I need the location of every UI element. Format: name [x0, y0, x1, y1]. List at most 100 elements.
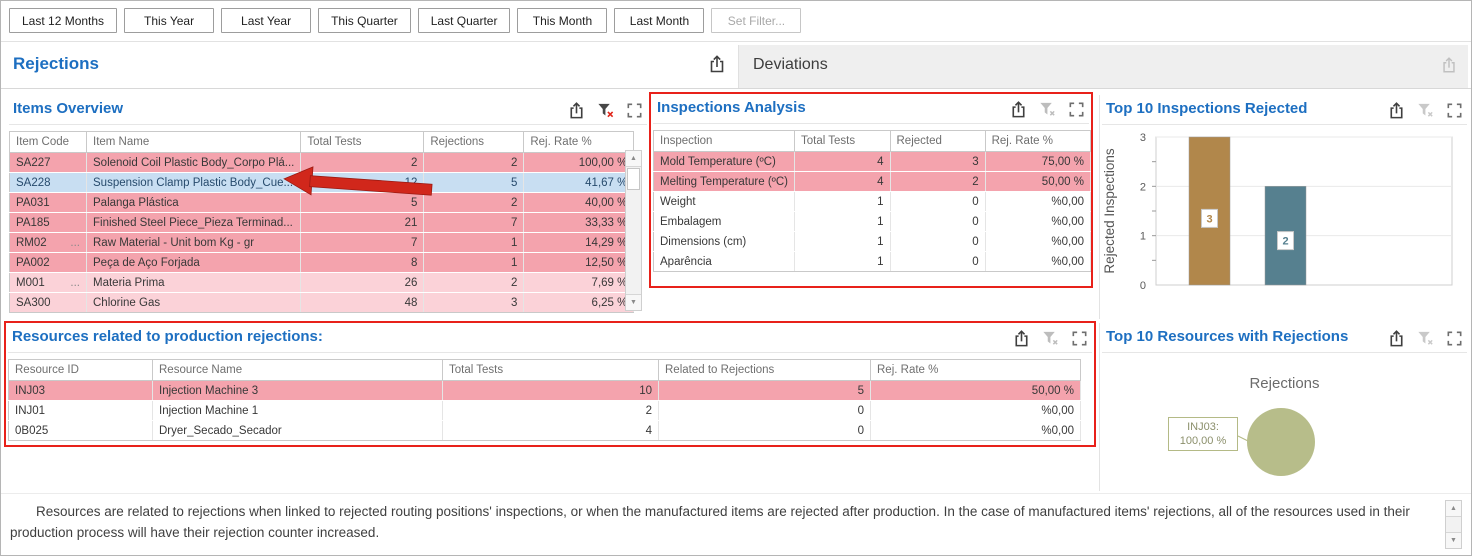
export-icon[interactable] — [707, 54, 727, 79]
set-filter-button[interactable]: Set Filter... — [711, 8, 801, 33]
table-cell: 2 — [424, 273, 524, 293]
table-row[interactable]: SA227Solenoid Coil Plastic Body_Corpo Pl… — [10, 153, 634, 173]
table-cell: 5 — [424, 173, 524, 193]
table-cell: %0,00 — [985, 252, 1090, 272]
export-icon[interactable] — [1007, 99, 1029, 119]
table-row[interactable]: INJ03Injection Machine 310550,00 % — [9, 381, 1081, 401]
filter-last-12-months-button[interactable]: Last 12 Months — [9, 8, 117, 33]
header-row: InspectionTotal TestsRejectedRej. Rate % — [654, 131, 1091, 152]
column-header[interactable]: Rejected — [890, 131, 985, 152]
clear-filter-icon[interactable] — [594, 100, 616, 120]
panel-divider — [9, 124, 647, 125]
table-row[interactable]: PA031Palanga Plástica5240,00 % — [10, 193, 634, 213]
table-cell: Finished Steel Piece_Pieza Terminad... — [87, 213, 301, 233]
filter-last-month-button[interactable]: Last Month — [614, 8, 704, 33]
table-cell: 12,50 % — [524, 253, 634, 273]
export-icon[interactable] — [1385, 328, 1407, 348]
table-cell: %0,00 — [985, 232, 1090, 252]
quality-dashboard: Last 12 Months This Year Last Year This … — [0, 0, 1472, 556]
expand-icon[interactable] — [1443, 328, 1465, 348]
table-row[interactable]: M001...Materia Prima2627,69 % — [10, 273, 634, 293]
clear-filter-icon[interactable] — [1414, 328, 1436, 348]
tab-rejections[interactable]: Rejections — [13, 54, 99, 74]
table-cell: 2 — [424, 193, 524, 213]
table-row[interactable]: Melting Temperature (ºC)4250,00 % — [654, 172, 1091, 192]
table-row[interactable]: SA300Chlorine Gas4836,25 % — [10, 293, 634, 313]
expand-icon[interactable] — [623, 100, 645, 120]
scroll-thumb[interactable] — [627, 168, 640, 190]
export-icon[interactable] — [565, 100, 587, 120]
export-icon[interactable] — [1385, 100, 1407, 120]
inspections-analysis-title: Inspections Analysis — [657, 99, 806, 116]
table-cell: 75,00 % — [985, 152, 1090, 172]
filter-last-year-button[interactable]: Last Year — [221, 8, 311, 33]
expand-icon[interactable] — [1065, 99, 1087, 119]
items-overview-title: Items Overview — [13, 100, 123, 117]
table-cell: 0 — [890, 252, 985, 272]
table-row[interactable]: Dimensions (cm)10%0,00 — [654, 232, 1091, 252]
table-row[interactable]: RM02...Raw Material - Unit bom Kg - gr71… — [10, 233, 634, 253]
clear-filter-icon[interactable] — [1414, 100, 1436, 120]
scroll-up-button[interactable]: ▲ — [626, 151, 641, 167]
table-cell: Injection Machine 1 — [153, 401, 443, 421]
truncation-ellipsis: ... — [70, 277, 80, 289]
expand-icon[interactable] — [1068, 328, 1090, 348]
export-icon[interactable] — [1440, 56, 1458, 79]
column-header[interactable]: Rej. Rate % — [985, 131, 1090, 152]
table-row[interactable]: PA002Peça de Aço Forjada8112,50 % — [10, 253, 634, 273]
clear-filter-icon[interactable] — [1039, 328, 1061, 348]
column-header[interactable]: Item Code — [10, 132, 87, 153]
filter-this-month-button[interactable]: This Month — [517, 8, 607, 33]
column-header[interactable]: Total Tests — [443, 360, 659, 381]
footer-scrollbar[interactable]: ▲ ▼ — [1445, 500, 1462, 549]
table-row[interactable]: PA185Finished Steel Piece_Pieza Terminad… — [10, 213, 634, 233]
table-row[interactable]: Mold Temperature (ºC)4375,00 % — [654, 152, 1091, 172]
table-cell: 0 — [890, 232, 985, 252]
export-icon[interactable] — [1010, 328, 1032, 348]
scroll-up-button[interactable]: ▲ — [1446, 501, 1461, 517]
table-cell: SA228 — [10, 173, 87, 193]
table-scrollbar[interactable]: ▲ ▼ — [625, 150, 642, 311]
table-cell: 1 — [424, 233, 524, 253]
table-row[interactable]: Weight10%0,00 — [654, 192, 1091, 212]
rejected-inspections-bar-chart[interactable]: 0123Rejected Inspections32 — [1100, 125, 1468, 313]
tab-bar: Rejections Deviations — [1, 42, 1471, 89]
column-header[interactable]: Total Tests — [794, 131, 890, 152]
pie-chart-title: Rejections — [1100, 375, 1469, 392]
table-cell: 33,33 % — [524, 213, 634, 233]
column-header[interactable]: Resource ID — [9, 360, 153, 381]
table-cell: PA031 — [10, 193, 87, 213]
table-cell: Solenoid Coil Plastic Body_Corpo Plá... — [87, 153, 301, 173]
table-cell: 1 — [794, 232, 890, 252]
table-cell: 0B025 — [9, 421, 153, 441]
filter-this-quarter-button[interactable]: This Quarter — [318, 8, 411, 33]
table-cell: 2 — [443, 401, 659, 421]
table-row[interactable]: SA228Suspension Clamp Plastic Body_Cue..… — [10, 173, 634, 193]
scroll-down-button[interactable]: ▼ — [1446, 532, 1461, 548]
column-header[interactable]: Inspection — [654, 131, 795, 152]
table-cell: Dryer_Secado_Secador — [153, 421, 443, 441]
expand-icon[interactable] — [1443, 100, 1465, 120]
pie-callout-value: 100,00 % — [1180, 435, 1226, 447]
column-header[interactable]: Related to Rejections — [659, 360, 871, 381]
pie-slice-inj03[interactable] — [1247, 408, 1315, 476]
column-header[interactable]: Rejections — [424, 132, 524, 153]
filter-this-year-button[interactable]: This Year — [124, 8, 214, 33]
footer-note-text: Resources are related to rejections when… — [10, 502, 1432, 544]
table-row[interactable]: Aparência10%0,00 — [654, 252, 1091, 272]
header-row: Resource IDResource NameTotal TestsRelat… — [9, 360, 1081, 381]
clear-filter-icon[interactable] — [1036, 99, 1058, 119]
filter-last-quarter-button[interactable]: Last Quarter — [418, 8, 511, 33]
column-header[interactable]: Rej. Rate % — [871, 360, 1081, 381]
scroll-down-button[interactable]: ▼ — [626, 294, 641, 310]
table-row[interactable]: INJ01Injection Machine 120%0,00 — [9, 401, 1081, 421]
tab-deviations[interactable]: Deviations — [738, 45, 1468, 88]
table-cell: 50,00 % — [871, 381, 1081, 401]
table-cell: 14,29 % — [524, 233, 634, 253]
table-row[interactable]: 0B025Dryer_Secado_Secador40%0,00 — [9, 421, 1081, 441]
column-header[interactable]: Resource Name — [153, 360, 443, 381]
column-header[interactable]: Rej. Rate % — [524, 132, 634, 153]
column-header[interactable]: Total Tests — [301, 132, 424, 153]
column-header[interactable]: Item Name — [87, 132, 301, 153]
table-row[interactable]: Embalagem10%0,00 — [654, 212, 1091, 232]
